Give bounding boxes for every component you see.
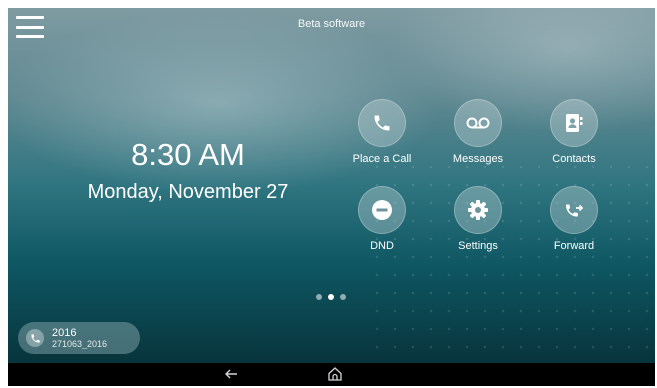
phone-icon xyxy=(358,99,406,147)
call-forward-icon xyxy=(550,186,598,234)
clock-date: Monday, November 27 xyxy=(87,181,289,203)
gear-icon xyxy=(454,186,502,234)
place-call-button[interactable]: Place a Call xyxy=(342,99,422,165)
page-indicator[interactable] xyxy=(316,294,346,300)
dnd-button[interactable]: DND xyxy=(342,186,422,252)
android-nav-bar xyxy=(8,363,655,386)
voicemail-icon xyxy=(454,99,502,147)
minus-circle-icon xyxy=(358,186,406,234)
clock-widget: 8:30 AM Monday, November 27 xyxy=(53,138,323,204)
home-screen: Beta software 8:30 AM Monday, November 2… xyxy=(8,8,655,363)
back-arrow-icon[interactable] xyxy=(223,366,239,387)
menu-icon-bar xyxy=(16,35,44,38)
page-dot[interactable] xyxy=(340,294,346,300)
dnd-label: DND xyxy=(370,240,394,252)
line-label: 271063_2016 xyxy=(52,338,108,349)
contacts-label: Contacts xyxy=(552,153,596,165)
contacts-icon xyxy=(550,99,598,147)
page-dot-active[interactable] xyxy=(328,294,334,300)
page-dot[interactable] xyxy=(316,294,322,300)
settings-button[interactable]: Settings xyxy=(438,186,518,252)
line-info: 2016 271063_2016 xyxy=(52,327,107,350)
home-icon[interactable] xyxy=(326,365,344,388)
beta-banner: Beta software xyxy=(297,18,366,30)
messages-button[interactable]: Messages xyxy=(438,99,518,165)
forward-button[interactable]: Forward xyxy=(534,186,614,252)
phone-icon xyxy=(26,329,44,347)
line-number: 2016 xyxy=(52,326,77,339)
line-key-2016[interactable]: 2016 271063_2016 xyxy=(18,322,140,354)
messages-label: Messages xyxy=(452,153,504,165)
top-bar: Beta software xyxy=(8,8,655,44)
forward-label: Forward xyxy=(553,240,595,252)
contacts-button[interactable]: Contacts xyxy=(534,99,614,165)
clock-time: 8:30 AM xyxy=(131,137,245,172)
place-call-label: Place a Call xyxy=(352,153,412,165)
settings-label: Settings xyxy=(458,240,498,252)
